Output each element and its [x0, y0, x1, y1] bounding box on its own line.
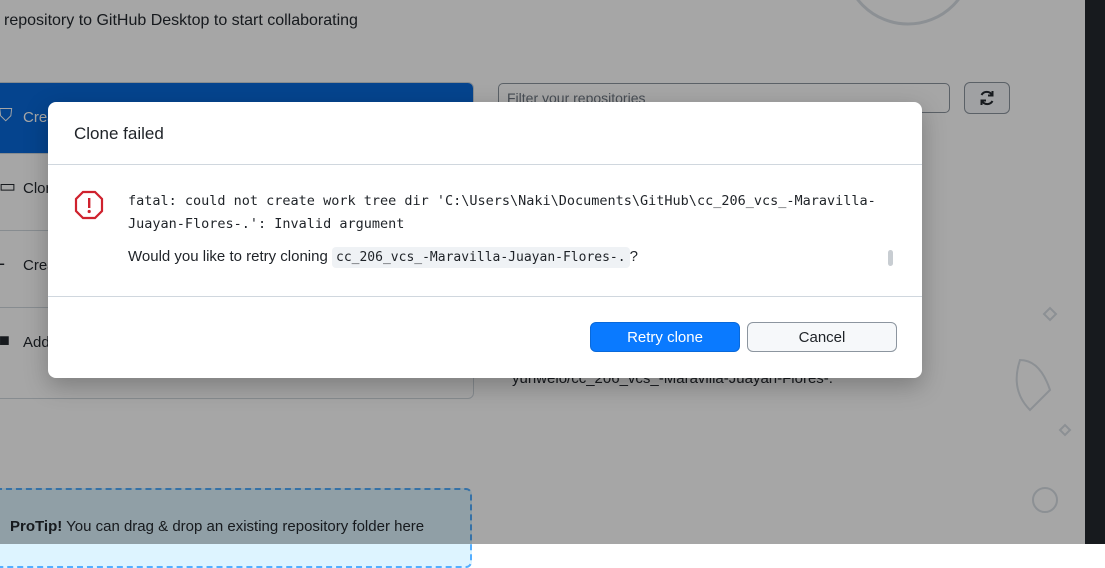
- repository-name-code: cc_206_vcs_-Maravilla-Juayan-Flores-.: [332, 247, 630, 268]
- clone-failed-dialog: Clone failed fatal: could not create wor…: [48, 102, 922, 378]
- cancel-button[interactable]: Cancel: [747, 322, 897, 352]
- dialog-divider-top: [48, 164, 922, 165]
- retry-question: Would you like to retry cloning cc_206_v…: [128, 247, 638, 268]
- error-message: fatal: could not create work tree dir 'C…: [128, 193, 876, 232]
- dialog-title: Clone failed: [74, 124, 164, 143]
- error-octagon-icon: [74, 190, 104, 220]
- dialog-divider-bottom: [48, 296, 922, 297]
- scrollbar-thumb[interactable]: [888, 250, 893, 266]
- retry-clone-button[interactable]: Retry clone: [590, 322, 740, 352]
